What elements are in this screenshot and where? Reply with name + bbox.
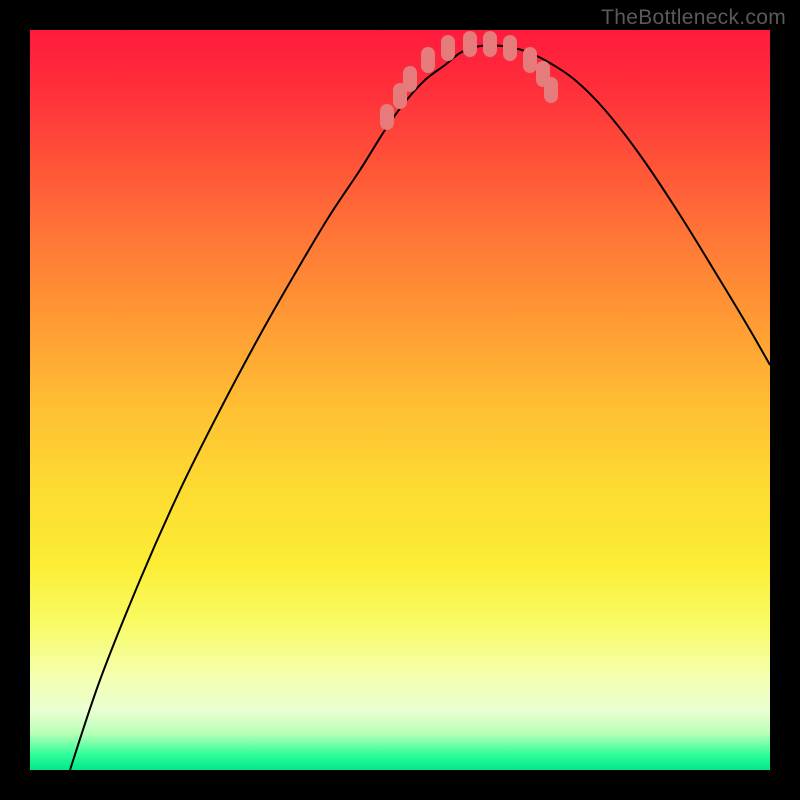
bottom-marker (523, 47, 537, 73)
curve-right (490, 45, 770, 365)
bottom-marker (441, 35, 455, 61)
curve-left (70, 45, 490, 770)
bottom-marker (483, 31, 497, 57)
bottom-marker (463, 31, 477, 57)
bottom-markers-group (380, 31, 558, 130)
chart-frame: TheBottleneck.com (0, 0, 800, 800)
curve-svg (30, 30, 770, 770)
bottom-marker (403, 66, 417, 92)
watermark-text: TheBottleneck.com (601, 6, 786, 30)
bottom-marker (503, 35, 517, 61)
plot-area (30, 30, 770, 770)
bottom-marker (544, 77, 558, 103)
bottom-marker (421, 47, 435, 73)
bottom-marker (380, 104, 394, 130)
